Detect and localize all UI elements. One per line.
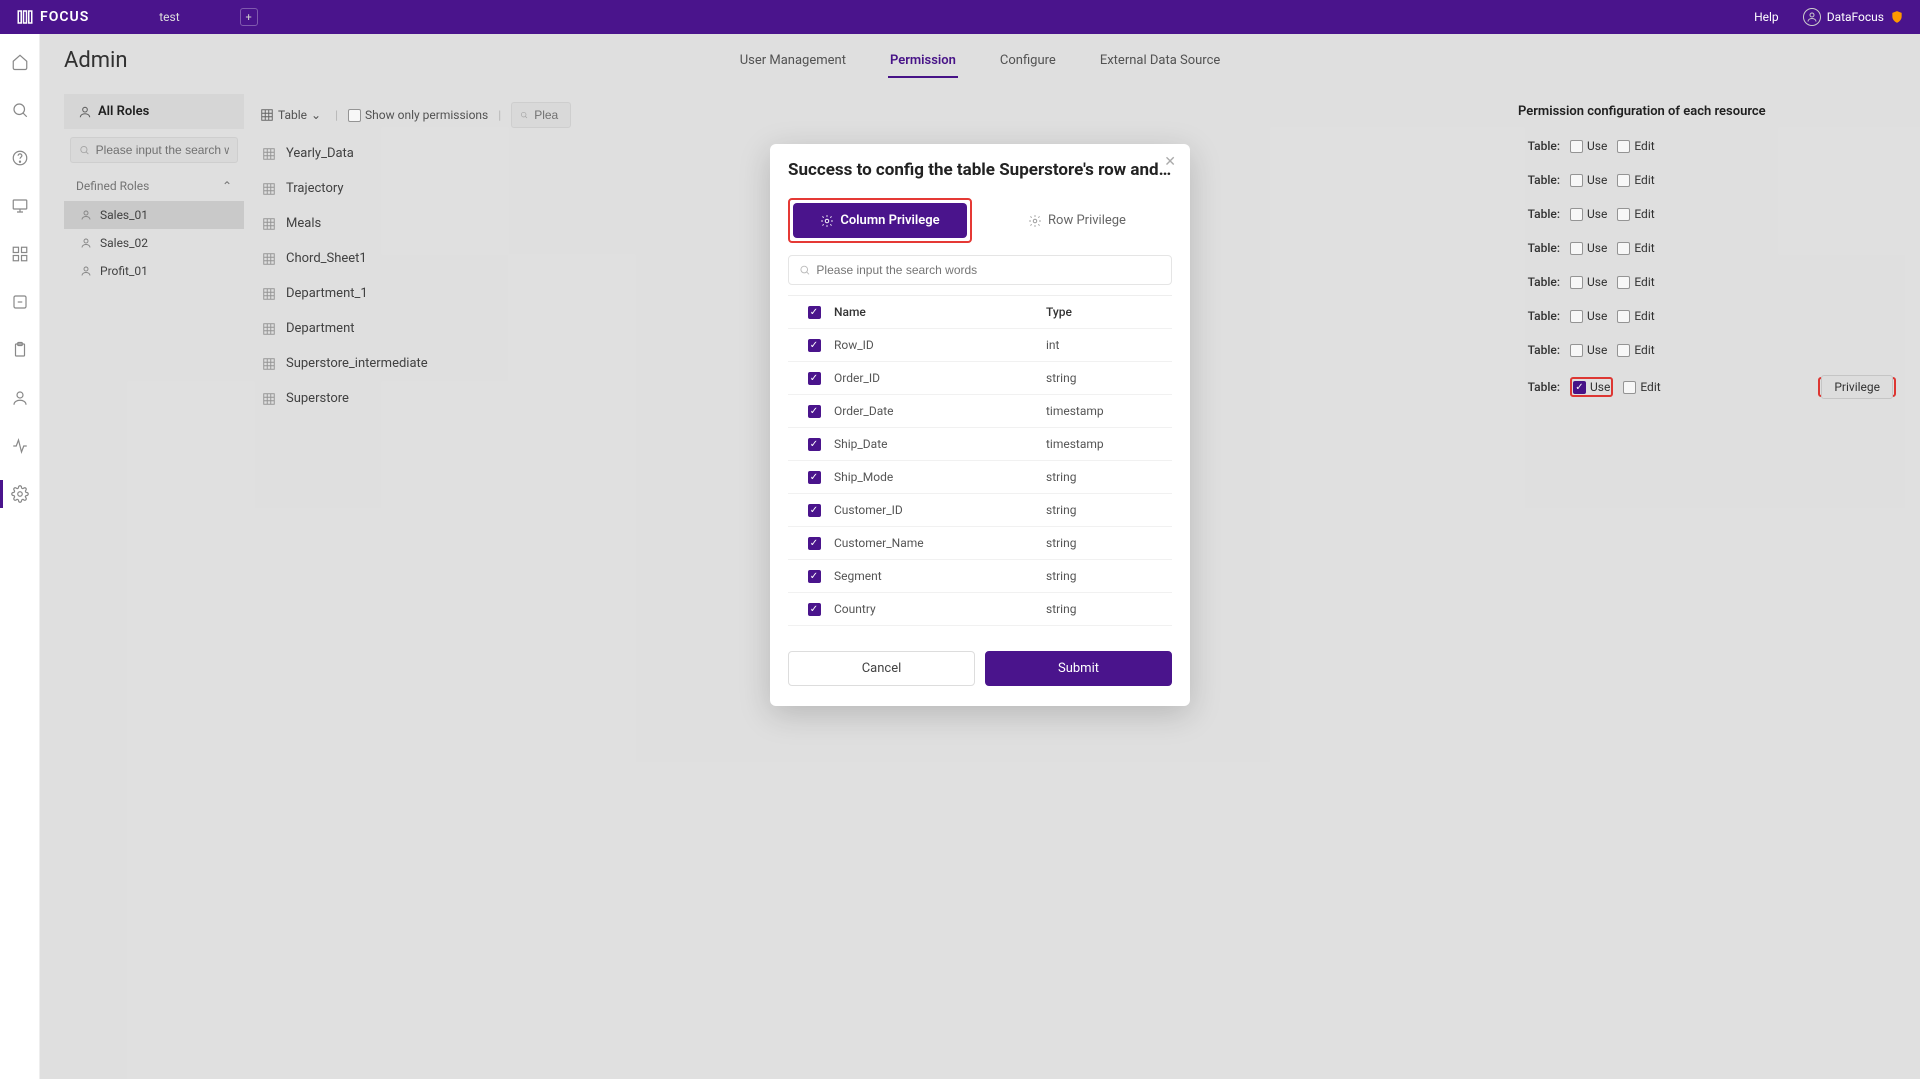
gear-icon [820, 214, 834, 228]
column-row: Countrystring [788, 593, 1172, 626]
column-name: Row_ID [834, 338, 1046, 352]
column-header-name: Name [834, 305, 1046, 319]
rail-activity-icon[interactable] [10, 436, 30, 456]
privilege-modal: ✕ Success to config the table Superstore… [770, 144, 1190, 706]
add-tab-button[interactable]: + [240, 8, 258, 26]
column-name: Country [834, 602, 1046, 616]
sidebar-rail [0, 34, 40, 1079]
rail-user-icon[interactable] [10, 388, 30, 408]
column-row: Ship_Datetimestamp [788, 428, 1172, 461]
rail-search-icon[interactable] [10, 100, 30, 120]
column-row: Row_IDint [788, 329, 1172, 362]
column-row: Customer_IDstring [788, 494, 1172, 527]
main-content: Admin User Management Permission Configu… [40, 34, 1920, 1079]
brand-logo[interactable]: FOCUS [16, 8, 89, 26]
rail-grid-icon[interactable] [10, 244, 30, 264]
user-menu[interactable]: DataFocus [1803, 8, 1904, 26]
column-type: string [1046, 602, 1166, 616]
topbar: FOCUS test + Help DataFocus [0, 0, 1920, 34]
column-row: Order_IDstring [788, 362, 1172, 395]
column-type: string [1046, 503, 1166, 517]
column-name: Order_ID [834, 371, 1046, 385]
column-name: Ship_Mode [834, 470, 1046, 484]
column-table: Name Type Row_IDintOrder_IDstringOrder_D… [788, 295, 1172, 635]
column-row: Customer_Namestring [788, 527, 1172, 560]
column-name: Customer_ID [834, 503, 1046, 517]
workspace-tab[interactable]: test [159, 10, 179, 24]
brand-text: FOCUS [40, 9, 89, 25]
column-checkbox[interactable] [808, 438, 821, 451]
column-checkbox[interactable] [808, 372, 821, 385]
shield-icon [1890, 10, 1904, 24]
column-row: Segmentstring [788, 560, 1172, 593]
column-name: Ship_Date [834, 437, 1046, 451]
column-header-type: Type [1046, 305, 1166, 319]
column-name: Order_Date [834, 404, 1046, 418]
rail-clipboard-icon[interactable] [10, 340, 30, 360]
column-type: timestamp [1046, 437, 1166, 451]
modal-search[interactable] [788, 255, 1172, 285]
search-icon [799, 264, 810, 276]
column-checkbox[interactable] [808, 339, 821, 352]
modal-search-input[interactable] [816, 263, 1161, 277]
column-type: int [1046, 338, 1166, 352]
column-row: Order_Datetimestamp [788, 395, 1172, 428]
column-checkbox[interactable] [808, 405, 821, 418]
modal-title: Success to config the table Superstore's… [788, 160, 1172, 180]
help-link[interactable]: Help [1754, 10, 1779, 24]
column-type: string [1046, 536, 1166, 550]
column-checkbox[interactable] [808, 471, 821, 484]
user-avatar-icon [1803, 8, 1821, 26]
column-type: string [1046, 569, 1166, 583]
column-name: Segment [834, 569, 1046, 583]
select-all-checkbox[interactable] [808, 306, 821, 319]
submit-button[interactable]: Submit [985, 651, 1172, 686]
column-checkbox[interactable] [808, 603, 821, 616]
gear-icon [1028, 214, 1042, 228]
brand-icon [16, 8, 34, 26]
rail-settings-icon[interactable] [10, 484, 30, 504]
column-checkbox[interactable] [808, 537, 821, 550]
column-row: Citystring [788, 626, 1172, 635]
column-checkbox[interactable] [808, 570, 821, 583]
column-row: Ship_Modestring [788, 461, 1172, 494]
close-icon[interactable]: ✕ [1164, 154, 1176, 170]
column-checkbox[interactable] [808, 504, 821, 517]
user-name: DataFocus [1827, 10, 1884, 24]
column-privilege-tab[interactable]: Column Privilege [793, 203, 967, 238]
rail-help-icon[interactable] [10, 148, 30, 168]
modal-backdrop: ✕ Success to config the table Superstore… [40, 34, 1920, 1079]
rail-monitor-icon[interactable] [10, 196, 30, 216]
column-type: string [1046, 470, 1166, 484]
column-name: Customer_Name [834, 536, 1046, 550]
rail-archive-icon[interactable] [10, 292, 30, 312]
column-type: string [1046, 371, 1166, 385]
row-privilege-tab[interactable]: Row Privilege [982, 198, 1172, 243]
cancel-button[interactable]: Cancel [788, 651, 975, 686]
rail-home-icon[interactable] [10, 52, 30, 72]
column-type: timestamp [1046, 404, 1166, 418]
